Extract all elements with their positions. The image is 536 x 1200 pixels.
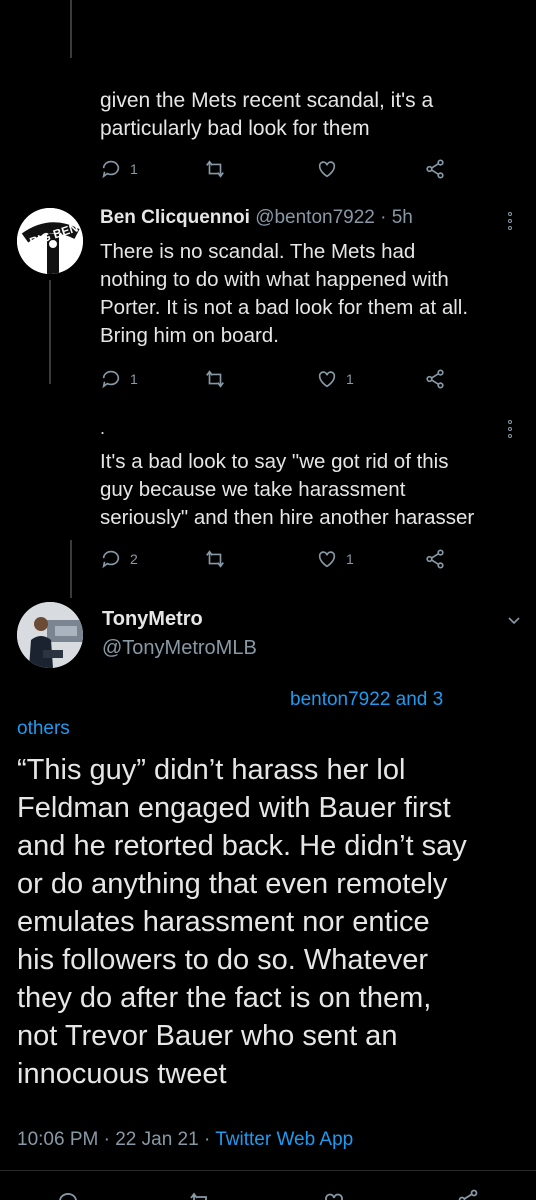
avatar[interactable]: BIG BEN <box>17 208 83 274</box>
clipped-text: · · · · · · <box>160 56 246 70</box>
retweet-button[interactable] <box>204 158 226 180</box>
share-icon <box>426 159 444 179</box>
share-button[interactable] <box>424 548 446 570</box>
tweet-text: given the Mets recent scandal, it's a pa… <box>100 89 434 140</box>
retweet-icon <box>206 370 224 388</box>
tweet-actions: 1 1 <box>100 366 460 392</box>
heart-icon <box>318 371 336 388</box>
reply-button[interactable]: 1 <box>100 368 138 390</box>
main-tweet-text: “This guy” didn’t harass her lol Feldman… <box>17 754 467 1090</box>
like-button[interactable] <box>316 158 346 180</box>
reply-icon[interactable] <box>56 1190 80 1200</box>
display-name[interactable]: TonyMetro <box>102 606 257 632</box>
reply-button[interactable]: 2 <box>100 548 138 570</box>
replying-to-others-link[interactable]: others <box>17 717 70 741</box>
retweet-icon <box>206 160 224 178</box>
heart-icon <box>318 161 336 178</box>
retweet-button[interactable] <box>204 368 226 390</box>
tweet-header: Ben Clicquennoi @benton7922 · 5h <box>100 206 413 230</box>
reply-icon <box>102 550 120 569</box>
reply-icon <box>102 370 120 389</box>
bottom-action-bar <box>0 1184 536 1200</box>
avatar[interactable] <box>17 602 83 668</box>
thread-line <box>70 540 72 598</box>
tweet-actions: 1 <box>100 156 460 182</box>
like-button[interactable]: 1 <box>316 368 354 390</box>
timestamp: 10:06 PM · 22 Jan 21 · <box>17 1129 216 1150</box>
share-icon <box>426 549 444 569</box>
tweet-actions: 2 1 <box>100 546 460 572</box>
divider <box>0 1170 536 1171</box>
chevron-down-icon[interactable] <box>506 612 522 633</box>
thread-line <box>49 280 51 384</box>
heart-icon <box>318 551 336 568</box>
profile-photo <box>17 602 83 668</box>
source-link[interactable]: Twitter Web App <box>215 1129 353 1150</box>
reply-icon <box>102 160 120 179</box>
replying-to-link[interactable]: benton7922 and 3 <box>290 688 443 712</box>
retweet-icon <box>206 550 224 568</box>
big-ben-logo: BIG BEN <box>17 208 83 274</box>
share-icon[interactable] <box>456 1188 480 1200</box>
share-button[interactable] <box>424 368 446 390</box>
tweet-text: There is no scandal. The Mets had nothin… <box>100 240 469 347</box>
share-icon <box>426 369 444 389</box>
display-name[interactable]: Ben Clicquennoi <box>100 207 250 228</box>
like-icon[interactable] <box>322 1190 346 1200</box>
share-button[interactable] <box>424 158 446 180</box>
retweet-button[interactable] <box>204 548 226 570</box>
main-tweet-header: TonyMetro @TonyMetroMLB <box>102 606 257 664</box>
tweet-timestamp-row: 10:06 PM · 22 Jan 21 · Twitter Web App <box>17 1128 353 1152</box>
more-options-icon[interactable] <box>506 420 514 438</box>
like-button[interactable]: 1 <box>316 548 354 570</box>
retweet-icon[interactable] <box>188 1190 212 1200</box>
more-options-icon[interactable] <box>506 212 514 230</box>
user-handle[interactable]: @TonyMetroMLB <box>102 632 257 664</box>
tweet-dot: . <box>100 418 106 438</box>
thread-line <box>70 0 72 58</box>
handle-and-time: @benton7922 · 5h <box>255 207 413 228</box>
tweet-text: It's a bad look to say "we got rid of th… <box>100 450 475 529</box>
reply-button[interactable]: 1 <box>100 158 138 180</box>
